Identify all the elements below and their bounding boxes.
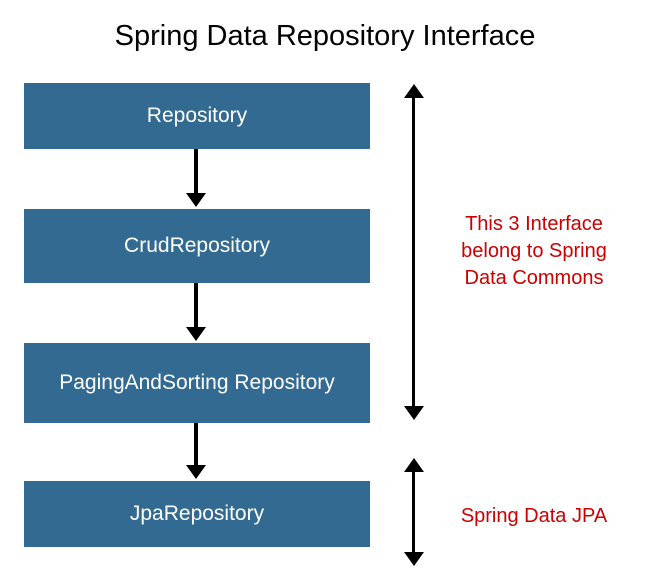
diagram-area: Repository CrudRepository PagingAndSorti… bbox=[0, 63, 650, 563]
bracket-arrow-icon bbox=[412, 471, 415, 553]
box-paging-sorting-repository: PagingAndSorting Repository bbox=[24, 343, 370, 423]
bracket-arrow-icon bbox=[412, 97, 415, 407]
arrow-down-icon bbox=[194, 283, 198, 329]
box-repository: Repository bbox=[24, 83, 370, 149]
box-crud-repository: CrudRepository bbox=[24, 209, 370, 283]
arrow-down-icon bbox=[194, 149, 198, 195]
diagram-title: Spring Data Repository Interface bbox=[0, 0, 650, 63]
arrow-down-icon bbox=[194, 423, 198, 467]
box-jpa-repository: JpaRepository bbox=[24, 481, 370, 547]
label-spring-data-commons: This 3 Interface belong to Spring Data C… bbox=[444, 211, 624, 292]
label-spring-data-jpa: Spring Data JPA bbox=[444, 503, 624, 530]
